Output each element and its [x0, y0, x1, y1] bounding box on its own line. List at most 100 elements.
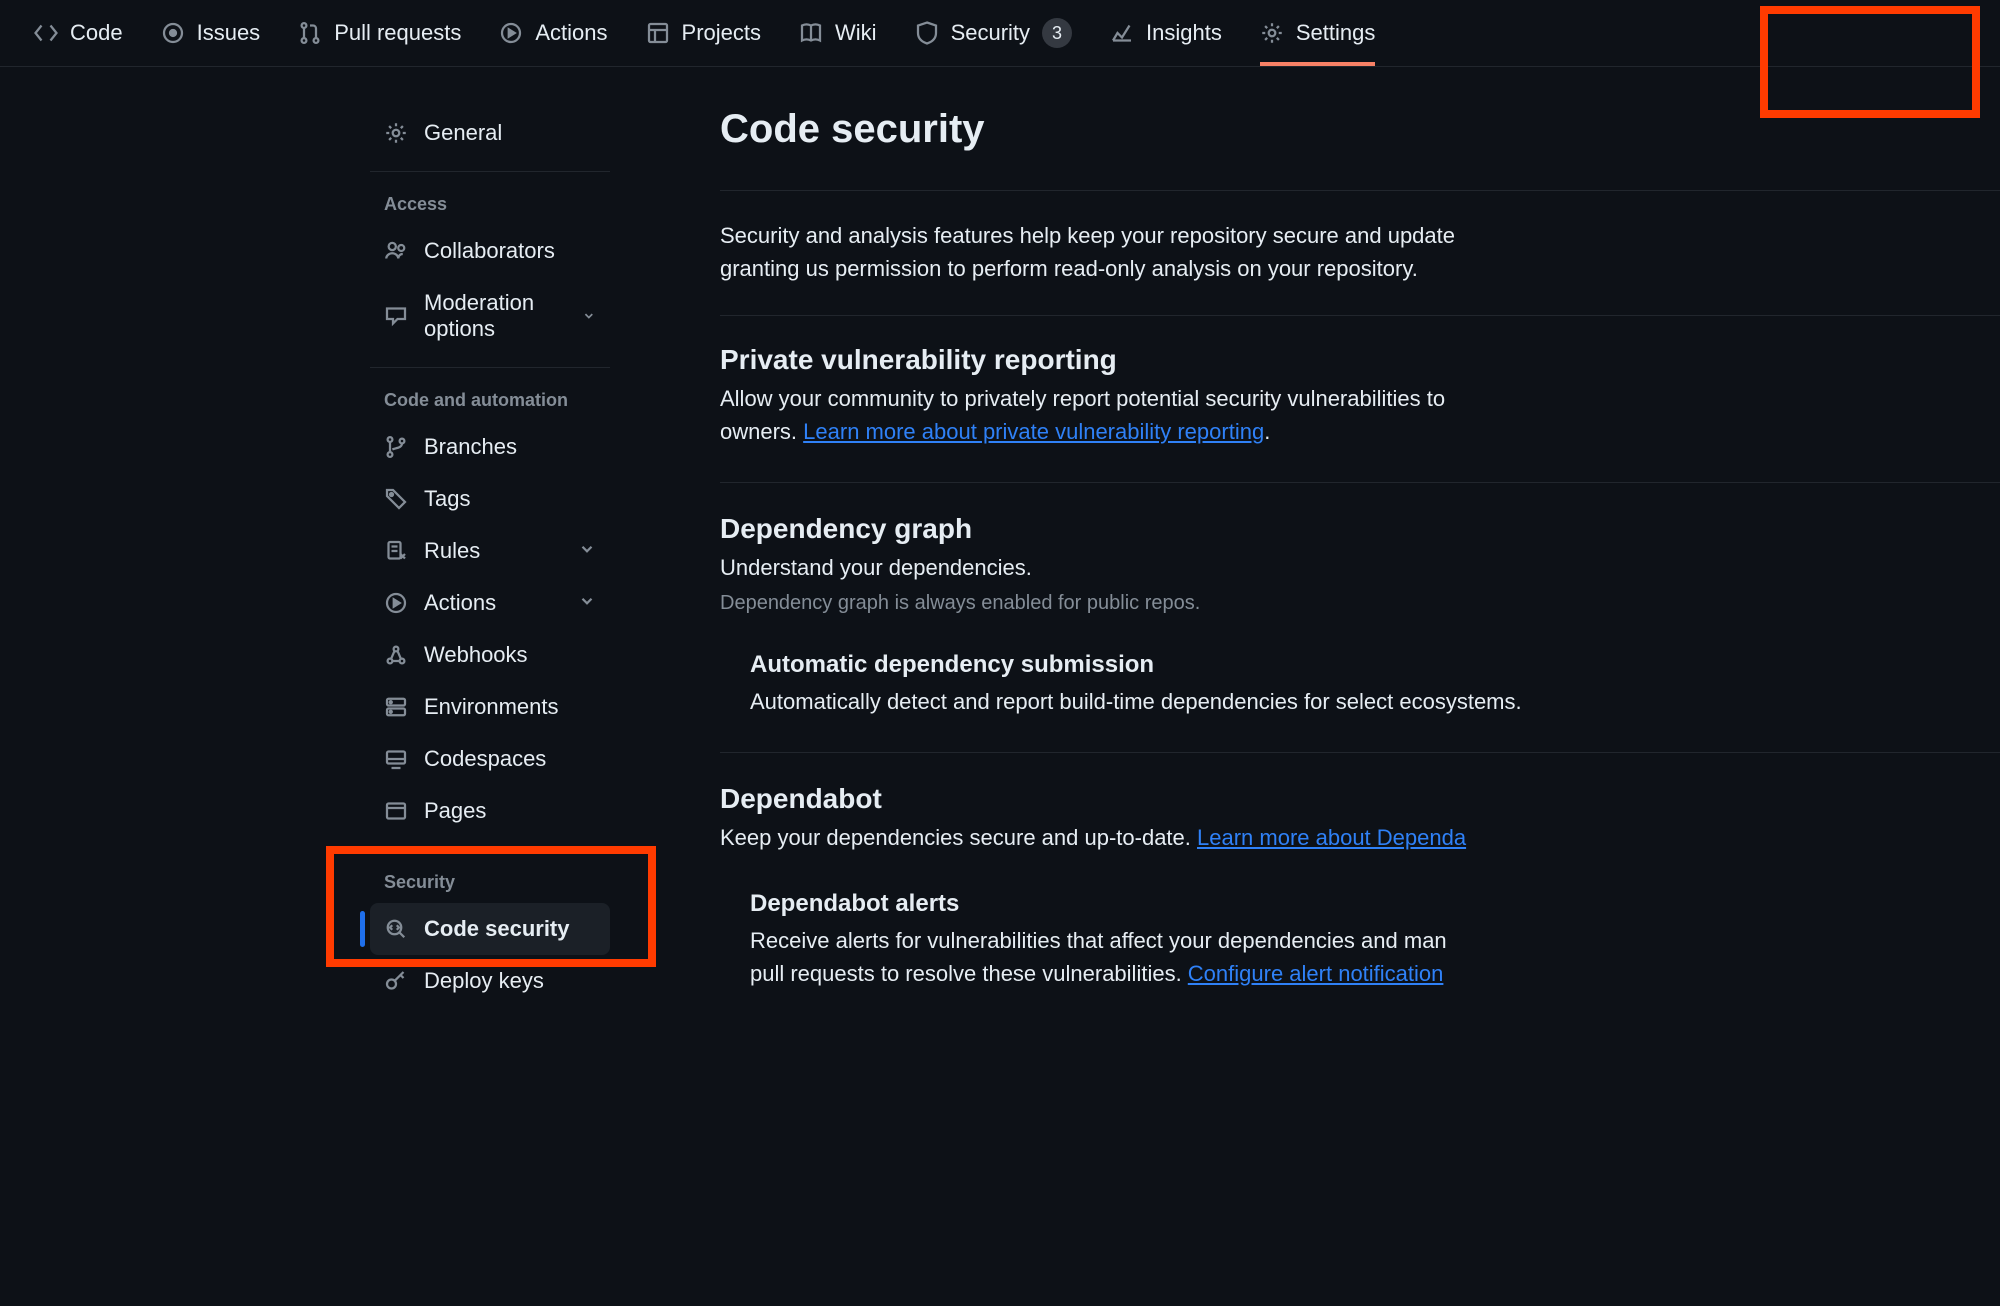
tab-insights[interactable]: Insights — [1110, 20, 1222, 46]
settings-sidebar: General Access Collaborators Moderation … — [0, 107, 620, 1010]
depgraph-note: Dependency graph is always enabled for p… — [720, 592, 2000, 615]
sidebar-item-label: Tags — [424, 486, 470, 512]
tab-settings-label: Settings — [1296, 20, 1376, 46]
layout: General Access Collaborators Moderation … — [0, 67, 2000, 1010]
tab-pulls[interactable]: Pull requests — [298, 20, 461, 46]
shield-icon — [915, 21, 939, 45]
section-pvr: Private vulnerability reporting Allow yo… — [720, 344, 2000, 448]
auto-sub-body: Automatically detect and report build-ti… — [750, 685, 2000, 718]
sidebar-heading-security: Security — [370, 860, 610, 903]
pull-request-icon — [298, 21, 322, 45]
divider — [720, 190, 2000, 191]
tab-security-label: Security — [951, 20, 1030, 46]
tab-issues-label: Issues — [197, 20, 261, 46]
server-icon — [384, 695, 408, 719]
play-icon — [384, 591, 408, 615]
sidebar-item-label: Moderation options — [424, 290, 566, 342]
divider — [720, 482, 2000, 483]
sidebar-item-moderation[interactable]: Moderation options — [370, 277, 610, 355]
sidebar-item-label: General — [424, 120, 502, 146]
depgraph-heading: Dependency graph — [720, 513, 2000, 545]
section-dependabot: Dependabot Keep your dependencies secure… — [720, 783, 2000, 854]
pvr-learn-more-link[interactable]: Learn more about private vulnerability r… — [803, 419, 1264, 444]
section-depgraph: Dependency graph Understand your depende… — [720, 513, 2000, 615]
tab-security[interactable]: Security 3 — [915, 18, 1072, 48]
tag-icon — [384, 487, 408, 511]
alerts-body: Receive alerts for vulnerabilities that … — [750, 924, 2000, 990]
tab-insights-label: Insights — [1146, 20, 1222, 46]
section-dependabot-alerts: Dependabot alerts Receive alerts for vul… — [750, 890, 2000, 990]
page-title: Code security — [720, 107, 2000, 168]
divider — [370, 171, 610, 172]
chevron-down-icon — [578, 590, 596, 616]
sidebar-item-codespaces[interactable]: Codespaces — [370, 733, 610, 785]
tab-settings[interactable]: Settings — [1260, 20, 1376, 46]
auto-sub-heading: Automatic dependency submission — [750, 651, 2000, 679]
gear-icon — [1260, 21, 1284, 45]
sidebar-item-general[interactable]: General — [370, 107, 610, 159]
tab-issues[interactable]: Issues — [161, 20, 261, 46]
sidebar-item-label: Code security — [424, 916, 570, 942]
branch-icon — [384, 435, 408, 459]
divider — [720, 752, 2000, 753]
sidebar-item-code-security[interactable]: Code security — [370, 903, 610, 955]
sidebar-heading-code-auto: Code and automation — [370, 378, 610, 421]
alerts-heading: Dependabot alerts — [750, 890, 2000, 918]
sidebar-item-pages[interactable]: Pages — [370, 785, 610, 837]
sidebar-item-label: Environments — [424, 694, 559, 720]
comment-icon — [384, 304, 408, 328]
tab-code-label: Code — [70, 20, 123, 46]
sidebar-item-label: Deploy keys — [424, 968, 544, 994]
repo-topnav: Code Issues Pull requests Actions Projec… — [0, 0, 2000, 67]
issues-icon — [161, 21, 185, 45]
webhook-icon — [384, 643, 408, 667]
tab-actions[interactable]: Actions — [499, 20, 607, 46]
chevron-down-icon — [578, 538, 596, 564]
sidebar-item-environments[interactable]: Environments — [370, 681, 610, 733]
dependabot-heading: Dependabot — [720, 783, 2000, 815]
sidebar-item-tags[interactable]: Tags — [370, 473, 610, 525]
pvr-body: Allow your community to privately report… — [720, 382, 2000, 448]
divider — [370, 367, 610, 368]
browser-icon — [384, 799, 408, 823]
sidebar-item-label: Webhooks — [424, 642, 528, 668]
gear-icon — [384, 121, 408, 145]
sidebar-item-label: Branches — [424, 434, 517, 460]
sidebar-item-actions[interactable]: Actions — [370, 577, 610, 629]
main-content: Code security Security and analysis feat… — [620, 107, 2000, 1010]
intro-text: Security and analysis features help keep… — [720, 219, 2000, 285]
sidebar-heading-access: Access — [370, 182, 610, 225]
tab-code[interactable]: Code — [34, 20, 123, 46]
projects-icon — [646, 21, 670, 45]
dependabot-body: Keep your dependencies secure and up-to-… — [720, 821, 2000, 854]
tab-projects-label: Projects — [682, 20, 761, 46]
divider — [720, 315, 2000, 316]
dependabot-learn-more-link[interactable]: Learn more about Dependa — [1197, 825, 1466, 850]
sidebar-item-label: Codespaces — [424, 746, 546, 772]
tab-wiki-label: Wiki — [835, 20, 877, 46]
pvr-heading: Private vulnerability reporting — [720, 344, 2000, 376]
sidebar-item-label: Pages — [424, 798, 486, 824]
chevron-down-icon — [582, 303, 596, 329]
security-counter: 3 — [1042, 18, 1072, 48]
tab-projects[interactable]: Projects — [646, 20, 761, 46]
sidebar-item-deploy-keys[interactable]: Deploy keys — [370, 955, 610, 1007]
graph-icon — [1110, 21, 1134, 45]
code-scan-icon — [384, 917, 408, 941]
sidebar-item-webhooks[interactable]: Webhooks — [370, 629, 610, 681]
tab-wiki[interactable]: Wiki — [799, 20, 877, 46]
sidebar-item-label: Actions — [424, 590, 496, 616]
play-icon — [499, 21, 523, 45]
sidebar-item-label: Collaborators — [424, 238, 555, 264]
sidebar-item-label: Rules — [424, 538, 480, 564]
codespaces-icon — [384, 747, 408, 771]
sidebar-item-branches[interactable]: Branches — [370, 421, 610, 473]
people-icon — [384, 239, 408, 263]
key-icon — [384, 969, 408, 993]
sidebar-item-rules[interactable]: Rules — [370, 525, 610, 577]
tab-pulls-label: Pull requests — [334, 20, 461, 46]
alerts-configure-link[interactable]: Configure alert notification — [1188, 961, 1444, 986]
sidebar-item-collaborators[interactable]: Collaborators — [370, 225, 610, 277]
section-auto-submission: Automatic dependency submission Automati… — [750, 651, 2000, 718]
rules-icon — [384, 539, 408, 563]
